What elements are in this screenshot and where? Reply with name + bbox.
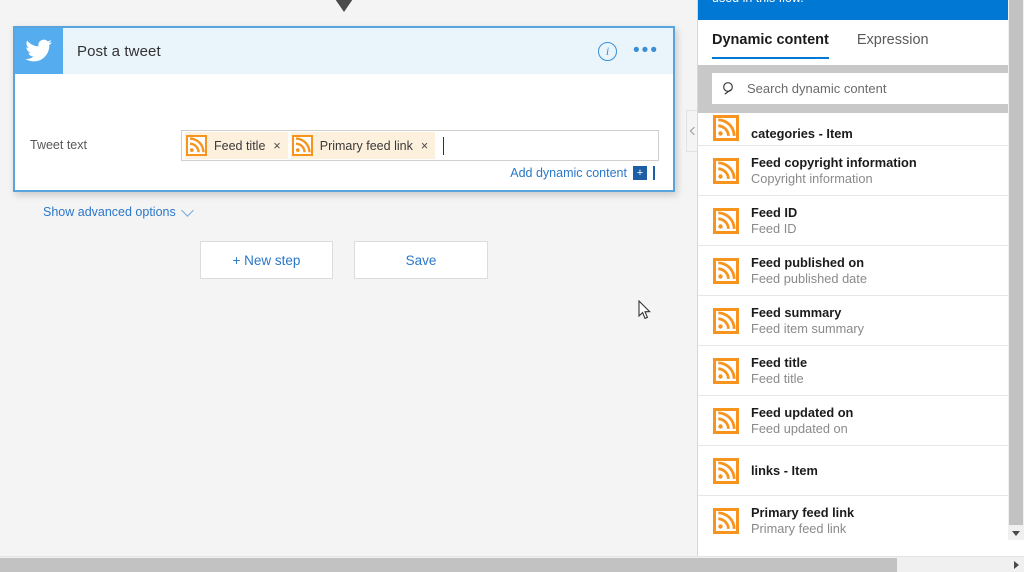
triangle-right-icon[interactable] — [1014, 561, 1019, 569]
list-item-title: Feed title — [751, 355, 807, 370]
rss-icon — [713, 408, 739, 434]
search-area: Search dynamic content — [698, 65, 1024, 113]
scrollbar-thumb[interactable] — [0, 558, 897, 572]
dynamic-token-primary-feed-link[interactable]: Primary feed link × — [291, 132, 435, 159]
panel-vertical-scrollbar[interactable] — [1008, 0, 1024, 540]
action-card-header: Post a tweet i ••• — [15, 28, 673, 74]
rss-icon — [713, 358, 739, 384]
rss-icon — [713, 208, 739, 234]
add-dynamic-content-label: Add dynamic content — [510, 166, 627, 180]
plus-icon: + — [633, 166, 647, 180]
chevron-down-icon — [181, 204, 194, 217]
flow-connector-arrow — [330, 0, 358, 24]
token-label: Feed title — [214, 139, 265, 153]
new-step-button[interactable]: + New step — [200, 241, 333, 279]
list-item-title: categories - Item — [751, 126, 853, 141]
tab-expression[interactable]: Expression — [857, 32, 929, 57]
tweet-text-input[interactable]: Feed title × Primary feed link × — [181, 130, 659, 161]
flow-designer-canvas: Post a tweet i ••• Tweet text F — [0, 0, 695, 556]
panel-banner-text: used in this flow. — [712, 0, 804, 5]
list-item-subtitle: Feed title — [751, 371, 807, 386]
rss-icon — [713, 115, 739, 141]
list-item[interactable]: Feed ID Feed ID — [698, 196, 1024, 246]
list-item[interactable]: Feed title Feed title — [698, 346, 1024, 396]
show-advanced-options-label: Show advanced options — [43, 205, 176, 219]
save-button[interactable]: Save — [354, 241, 488, 279]
search-icon — [722, 81, 737, 96]
list-item-title: Primary feed link — [751, 505, 854, 520]
action-card-title: Post a tweet — [77, 43, 161, 60]
list-item-subtitle: Feed published date — [751, 271, 867, 286]
dynamic-content-panel: used in this flow. Dynamic content Expre… — [697, 0, 1024, 556]
info-icon[interactable]: i — [598, 42, 617, 61]
rss-icon — [713, 308, 739, 334]
twitter-bird-icon — [15, 28, 63, 74]
panel-banner: used in this flow. — [698, 0, 1024, 20]
add-dynamic-content-caret — [653, 166, 655, 180]
token-remove-icon[interactable]: × — [273, 139, 280, 153]
add-dynamic-content-button[interactable]: Add dynamic content + — [510, 166, 655, 180]
search-placeholder: Search dynamic content — [747, 81, 886, 96]
tab-dynamic-content[interactable]: Dynamic content — [712, 32, 829, 59]
more-options-icon[interactable]: ••• — [633, 47, 663, 55]
scrollbar-thumb[interactable] — [1009, 0, 1023, 525]
list-item-subtitle: Feed ID — [751, 221, 797, 236]
search-input[interactable]: Search dynamic content — [712, 73, 1016, 104]
list-item[interactable]: Feed updated on Feed updated on — [698, 396, 1024, 446]
show-advanced-options-link[interactable]: Show advanced options — [43, 205, 192, 219]
token-remove-icon[interactable]: × — [421, 139, 428, 153]
list-item-title: links - Item — [751, 463, 818, 478]
list-item[interactable]: Feed published on Feed published date — [698, 246, 1024, 296]
triangle-down-icon[interactable] — [1012, 531, 1020, 536]
list-item-title: Feed copyright information — [751, 155, 917, 170]
list-item-title: Feed ID — [751, 205, 797, 220]
list-item[interactable]: Primary feed link Primary feed link — [698, 496, 1024, 538]
action-card-header-actions: i ••• — [598, 28, 663, 74]
rss-icon — [292, 135, 313, 156]
rss-icon — [186, 135, 207, 156]
list-item[interactable]: Feed copyright information Copyright inf… — [698, 146, 1024, 196]
text-caret — [443, 137, 444, 155]
rss-icon — [713, 158, 739, 184]
list-item-subtitle: Feed item summary — [751, 321, 864, 336]
dynamic-token-feed-title[interactable]: Feed title × — [185, 132, 288, 159]
token-label: Primary feed link — [320, 139, 413, 153]
horizontal-scrollbar[interactable] — [0, 556, 1024, 572]
list-item-subtitle: Copyright information — [751, 171, 917, 186]
list-item[interactable]: links - Item — [698, 446, 1024, 496]
tweet-text-label: Tweet text — [30, 138, 87, 152]
list-item[interactable]: categories - Item — [698, 113, 1024, 146]
list-item[interactable]: Feed summary Feed item summary — [698, 296, 1024, 346]
panel-tabs: Dynamic content Expression — [698, 20, 1024, 65]
rss-icon — [713, 508, 739, 534]
list-item-title: Feed summary — [751, 305, 864, 320]
dynamic-content-list[interactable]: categories - Item Feed copyright informa… — [698, 113, 1024, 538]
mouse-cursor — [638, 300, 651, 320]
action-card-body: Tweet text Feed title × — [15, 74, 673, 190]
list-item-title: Feed updated on — [751, 405, 853, 420]
down-arrow-icon — [333, 0, 355, 12]
list-item-subtitle: Feed updated on — [751, 421, 853, 436]
list-item-title: Feed published on — [751, 255, 867, 270]
action-card-post-a-tweet[interactable]: Post a tweet i ••• Tweet text F — [13, 26, 675, 192]
rss-icon — [713, 258, 739, 284]
rss-icon — [713, 458, 739, 484]
list-item-subtitle: Primary feed link — [751, 521, 854, 536]
